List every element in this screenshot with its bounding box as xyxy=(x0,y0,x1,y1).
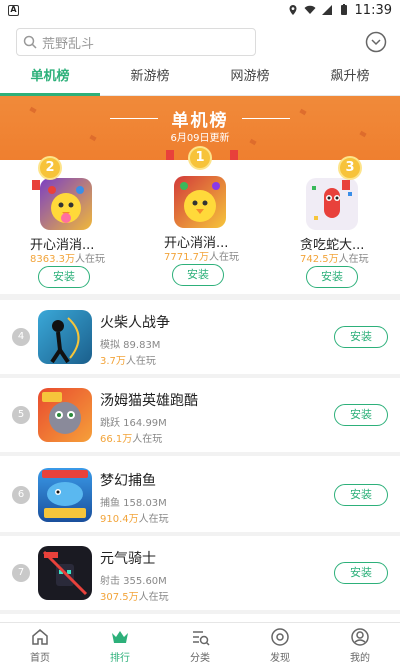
game-icon xyxy=(306,178,358,230)
game-icon xyxy=(38,310,92,364)
nav-profile[interactable]: 我的 xyxy=(320,623,400,666)
search-input[interactable]: 荒野乱斗 xyxy=(16,28,256,56)
game-icon xyxy=(38,546,92,600)
battery-icon xyxy=(340,4,347,15)
discover-icon xyxy=(271,628,289,646)
game-category-size: 捕鱼 158.03M xyxy=(100,498,167,509)
game-category-size: 跳跃 164.99M xyxy=(100,418,167,429)
nav-home[interactable]: 首页 xyxy=(0,623,80,666)
player-count: 742.5万人在玩 xyxy=(300,254,369,265)
tab-rising[interactable]: 飙升榜 xyxy=(300,62,400,95)
status-time: 11:39 xyxy=(354,2,392,18)
install-button[interactable]: 安装 xyxy=(172,264,224,286)
rank-number: 6 xyxy=(12,486,30,504)
player-count: 3.7万人在玩 xyxy=(100,356,156,367)
wifi-icon xyxy=(304,5,316,14)
nav-discover[interactable]: 发现 xyxy=(240,623,320,666)
user-icon xyxy=(351,628,369,646)
player-count: 7771.7万人在玩 xyxy=(164,252,239,263)
item-separator xyxy=(0,610,400,614)
install-button[interactable]: 安装 xyxy=(334,484,388,506)
list-item[interactable]: 4 火柴人战争 模拟 89.83M 3.7万人在玩 安装 xyxy=(0,300,400,378)
status-bar: A 11:39 xyxy=(0,0,400,20)
crown-icon xyxy=(112,631,128,643)
install-button[interactable]: 安装 xyxy=(334,562,388,584)
item-separator xyxy=(0,452,400,456)
player-count: 910.4万人在玩 xyxy=(100,514,169,525)
install-button[interactable]: 安装 xyxy=(38,266,90,288)
download-icon[interactable] xyxy=(364,30,388,54)
ribbon-decoration xyxy=(342,180,350,190)
nav-category[interactable]: 分类 xyxy=(160,623,240,666)
game-icon xyxy=(40,178,92,230)
banner-title: 单机榜 xyxy=(171,111,229,131)
game-category-size: 模拟 89.83M xyxy=(100,340,161,351)
nav-label: 发现 xyxy=(270,653,290,664)
game-icon xyxy=(38,388,92,442)
list-item[interactable]: 6 梦幻捕鱼 捕鱼 158.03M 910.4万人在玩 安装 xyxy=(0,458,400,536)
top3-podium: 2 开心消消... 8363.3万人在玩 安装 1 开心消消... 7771.7… xyxy=(0,146,400,292)
list-item[interactable]: 5 汤姆猫英雄跑酷 跳跃 164.99M 66.1万人在玩 安装 xyxy=(0,378,400,456)
game-icon xyxy=(174,176,226,228)
rank-number: 4 xyxy=(12,328,30,346)
rank-medal: 3 xyxy=(338,156,362,180)
rank-number: 5 xyxy=(12,406,30,424)
home-icon xyxy=(32,629,48,645)
game-icon xyxy=(38,468,92,522)
nav-label: 排行 xyxy=(110,653,130,664)
nav-label: 首页 xyxy=(30,653,50,664)
install-button[interactable]: 安装 xyxy=(334,404,388,426)
ribbon-decoration xyxy=(32,180,40,190)
list-item[interactable]: 7 元气骑士 射击 355.60M 307.5万人在玩 安装 xyxy=(0,536,400,614)
nav-ranking[interactable]: 排行 xyxy=(80,623,160,666)
category-icon xyxy=(193,631,210,646)
rank-medal: 1 xyxy=(188,146,212,170)
game-name: 火柴人战争 xyxy=(100,315,170,331)
ranking-tabs: 单机榜 新游榜 网游榜 飙升榜 xyxy=(0,62,400,96)
rank-medal: 2 xyxy=(38,156,62,180)
ribbon-decoration xyxy=(166,150,174,160)
tab-standalone[interactable]: 单机榜 xyxy=(0,62,100,96)
search-placeholder: 荒野乱斗 xyxy=(42,36,95,52)
nav-label: 我的 xyxy=(350,653,370,664)
rank-number: 7 xyxy=(12,564,30,582)
location-icon xyxy=(289,5,297,15)
player-count: 307.5万人在玩 xyxy=(100,592,169,603)
search-icon xyxy=(23,35,37,49)
signal-icon xyxy=(321,5,332,15)
search-row: 荒野乱斗 xyxy=(0,22,400,62)
tab-online-games[interactable]: 网游榜 xyxy=(200,62,300,95)
ribbon-decoration xyxy=(230,150,238,160)
game-category-size: 射击 355.60M xyxy=(100,576,167,587)
player-count: 8363.3万人在玩 xyxy=(30,254,105,265)
bottom-navigation: 首页 排行 分类 发现 我的 xyxy=(0,622,400,666)
app-notification-icon: A xyxy=(8,4,19,16)
player-count: 66.1万人在玩 xyxy=(100,434,163,445)
banner-date: 6月09日更新 xyxy=(170,133,230,144)
banner-line-right xyxy=(242,118,290,119)
nav-label: 分类 xyxy=(190,653,210,664)
install-button[interactable]: 安装 xyxy=(334,326,388,348)
game-name: 汤姆猫英雄跑酷 xyxy=(100,393,198,409)
tab-new-games[interactable]: 新游榜 xyxy=(100,62,200,95)
game-name: 梦幻捕鱼 xyxy=(100,473,156,489)
install-button[interactable]: 安装 xyxy=(306,266,358,288)
game-name: 元气骑士 xyxy=(100,551,156,567)
